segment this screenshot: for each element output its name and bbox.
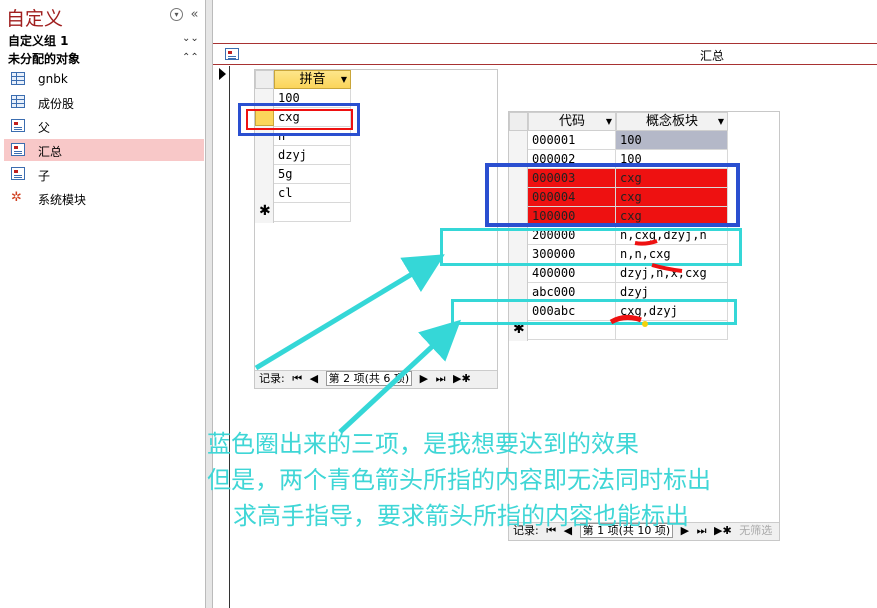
annotation-line-2: 但是，两个青色箭头所指的内容即无法同时标出 bbox=[207, 466, 711, 494]
cyan-arrow-lower bbox=[338, 319, 461, 434]
red-underline-mark bbox=[634, 239, 658, 246]
yellow-dot-mark bbox=[642, 321, 648, 327]
annotation-line-1: 蓝色圈出来的三项，是我想要达到的效果 bbox=[207, 430, 639, 458]
cyan-arrow-upper bbox=[254, 254, 445, 371]
red-underline-mark bbox=[609, 314, 642, 325]
annotation-line-3: 求高手指导，要求箭头所指的内容也能标出 bbox=[233, 502, 689, 530]
red-underline-mark bbox=[651, 263, 683, 273]
